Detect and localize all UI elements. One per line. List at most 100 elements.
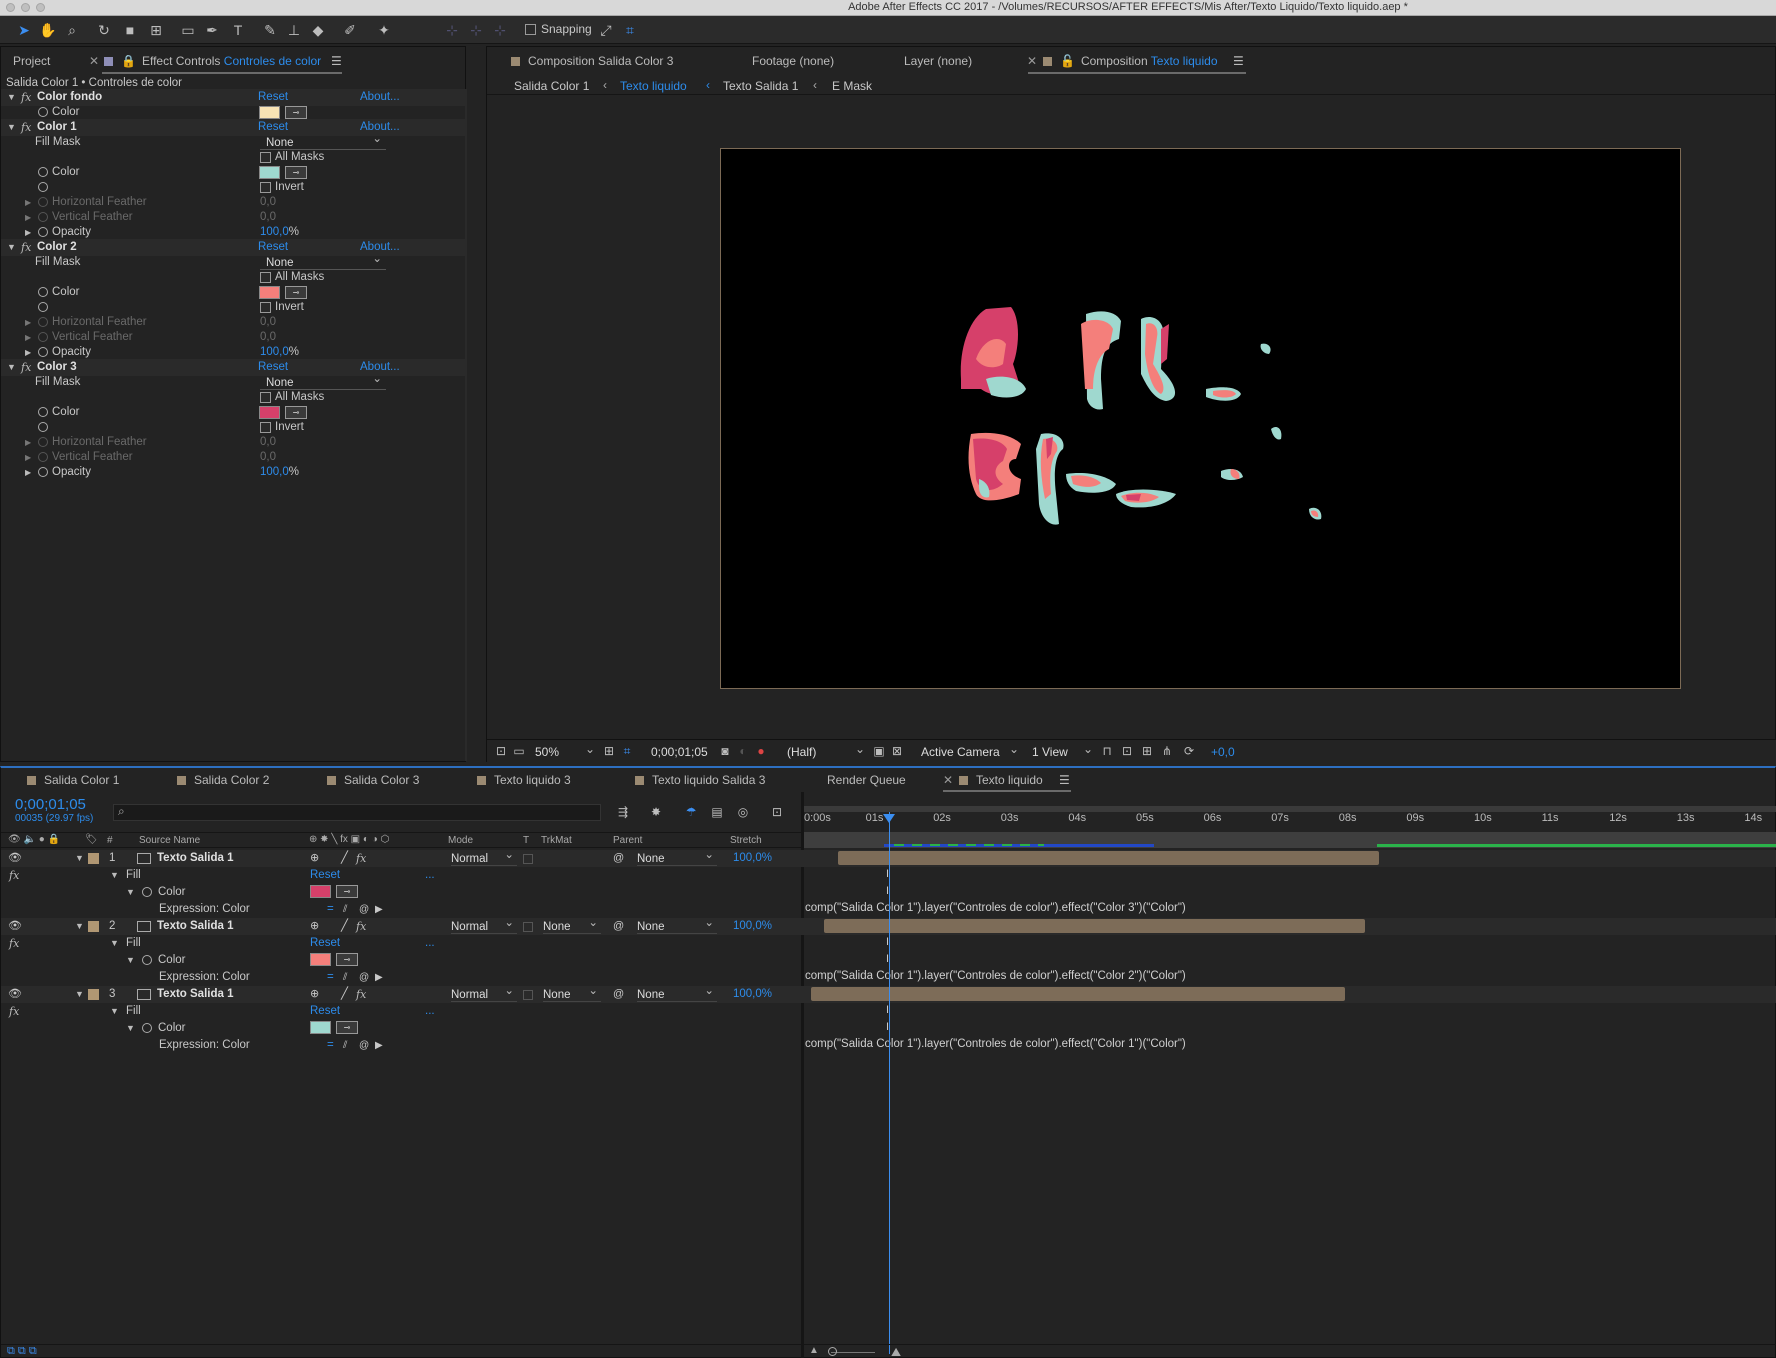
expression-graph-icon[interactable]: ⫽ xyxy=(343,969,347,986)
expression-pickwhip-icon[interactable]: @ xyxy=(359,1037,369,1054)
composition-canvas[interactable] xyxy=(720,148,1681,689)
stretch-header[interactable]: Stretch xyxy=(730,835,762,846)
eye-icon[interactable]: 👁 xyxy=(8,850,22,867)
panel-divider[interactable] xyxy=(801,792,804,1358)
eyedropper-icon[interactable]: ⊸ xyxy=(336,1021,358,1034)
source-name-header[interactable]: Source Name xyxy=(139,835,200,846)
time-ruler[interactable]: 0:00s 01s 02s 03s 04s 05s 06s 07s 08s 09s 10s 11s 12… xyxy=(804,812,1776,830)
reset-button[interactable]: Reset xyxy=(310,1003,340,1020)
stopwatch-icon[interactable] xyxy=(38,407,48,417)
timeline-tab[interactable]: Texto liquido Salida 3 xyxy=(635,773,765,787)
work-area-bar[interactable] xyxy=(804,806,1776,812)
timeline-icon[interactable]: ⊞ xyxy=(1137,741,1157,761)
invert-checkbox[interactable] xyxy=(260,422,271,433)
draft-3d-icon[interactable]: ✸ xyxy=(646,802,666,822)
tab-layer[interactable]: Layer (none) xyxy=(904,54,972,68)
stretch-value[interactable]: 100,0% xyxy=(733,918,772,935)
expression-language-menu-icon[interactable]: ▶ xyxy=(375,969,383,986)
expression-graph-icon[interactable]: ⫽ xyxy=(343,1037,347,1054)
color-swatch[interactable] xyxy=(310,1021,331,1034)
zoom-in-icon[interactable]: ⛰ xyxy=(891,1345,901,1358)
tab-composition-texto-liquido[interactable]: 🔓 Composition Texto liquido xyxy=(1043,54,1218,68)
more-options-button[interactable]: ... xyxy=(425,867,435,884)
parent-header[interactable]: Parent xyxy=(613,835,642,846)
fx-icon[interactable]: fx xyxy=(9,867,19,884)
timeline-tab[interactable]: Render Queue xyxy=(827,773,906,787)
color-swatch[interactable] xyxy=(259,166,280,179)
color-swatch[interactable] xyxy=(259,406,280,419)
flowchart-icon[interactable]: ⋔ xyxy=(1157,741,1177,761)
panel-menu-icon[interactable]: ☰ xyxy=(1059,773,1070,787)
fast-previews-icon[interactable]: ⊡ xyxy=(1117,741,1137,761)
mode-header[interactable]: Mode xyxy=(448,835,473,846)
parent-dropdown[interactable]: None xyxy=(637,915,717,934)
effect-switch-icon[interactable]: fx xyxy=(356,986,366,1003)
zoom-tool-icon[interactable]: ⌕ xyxy=(62,20,82,40)
motion-blur-icon[interactable]: ◎ xyxy=(733,802,753,822)
transparency-grid-icon[interactable]: ⊠ xyxy=(887,741,907,761)
timeline-tab[interactable]: Salida Color 2 xyxy=(177,773,269,787)
monitor-icon[interactable]: ▭ xyxy=(509,741,529,761)
eyedropper-icon[interactable]: ⊸ xyxy=(285,106,307,119)
timeline-tab[interactable]: Salida Color 1 xyxy=(27,773,119,787)
triangle-down-icon[interactable]: ▼ xyxy=(126,884,135,901)
pick-whip-icon[interactable]: @ xyxy=(613,918,624,935)
fx-icon[interactable]: fx xyxy=(9,1003,19,1020)
tab-composition-salida-color-3[interactable]: Composition Salida Color 3 xyxy=(511,54,673,68)
eye-icon[interactable]: 👁 xyxy=(8,986,22,1003)
rotation-tool-icon[interactable]: ↻ xyxy=(94,20,114,40)
expression-language-menu-icon[interactable]: ▶ xyxy=(375,901,383,918)
quality-switch-icon[interactable]: ╱ xyxy=(341,986,348,1003)
opacity-value[interactable]: 100,0% xyxy=(260,464,299,481)
pick-whip-icon[interactable]: @ xyxy=(613,986,624,1003)
layer-duration-bar[interactable] xyxy=(837,851,1379,865)
axis-local-icon[interactable]: ⊹ xyxy=(442,20,462,40)
hide-shy-layers-icon[interactable]: ☂ xyxy=(681,802,701,822)
stopwatch-icon[interactable] xyxy=(142,887,152,897)
pen-tool-icon[interactable]: ✒ xyxy=(202,20,222,40)
tab-project[interactable]: Project xyxy=(13,54,50,68)
invert-checkbox[interactable] xyxy=(260,302,271,313)
layer-name[interactable]: Texto Salida 1 xyxy=(157,986,233,1003)
shy-switch-icon[interactable]: ⊕ xyxy=(310,986,319,1003)
fit-frame-icon[interactable]: ⊞ xyxy=(599,741,619,761)
eyedropper-icon[interactable]: ⊸ xyxy=(285,166,307,179)
camera-dropdown[interactable]: Active Camera xyxy=(921,745,1000,759)
snapshot-camera-icon[interactable]: ◙ xyxy=(715,741,735,761)
expand-collapse-icons[interactable]: ⧉ ⧉ ⧉ xyxy=(7,1345,37,1358)
quality-switch-icon[interactable]: ╱ xyxy=(341,850,348,867)
chevron-down-icon[interactable]: ⌄ xyxy=(1083,742,1093,756)
color-swatch[interactable] xyxy=(259,286,280,299)
stretch-value[interactable]: 100,0% xyxy=(733,850,772,867)
zoom-slider[interactable] xyxy=(831,1352,875,1353)
expression-language-menu-icon[interactable]: ▶ xyxy=(375,1037,383,1054)
chevron-down-icon[interactable]: ⌄ xyxy=(855,742,865,756)
quality-switch-icon[interactable]: ╱ xyxy=(341,918,348,935)
panel-menu-icon[interactable]: ☰ xyxy=(1233,54,1244,68)
stopwatch-icon[interactable] xyxy=(38,467,48,477)
stopwatch-icon[interactable] xyxy=(38,302,48,312)
mode-dropdown[interactable]: Normal xyxy=(451,983,517,1002)
reset-button[interactable]: Reset xyxy=(310,867,340,884)
expression-text[interactable]: comp("Salida Color 1").layer("Controles … xyxy=(805,1038,1186,1050)
eyedropper-icon[interactable]: ⊸ xyxy=(285,406,307,419)
expression-text[interactable]: comp("Salida Color 1").layer("Controles … xyxy=(805,970,1186,982)
label-color-square[interactable] xyxy=(88,921,99,932)
viewer-timecode[interactable]: 0;00;01;05 xyxy=(651,745,708,759)
playhead-handle[interactable] xyxy=(883,814,895,823)
stretch-value[interactable]: 100,0% xyxy=(733,986,772,1003)
comp-mini-flowchart-icon[interactable]: ⇶ xyxy=(613,802,633,822)
camera-tool-icon[interactable]: ■ xyxy=(120,20,140,40)
clone-stamp-tool-icon[interactable]: ⊥ xyxy=(284,20,304,40)
triangle-down-icon[interactable]: ▼ xyxy=(75,918,84,935)
close-tab-icon[interactable]: ✕ xyxy=(1027,54,1037,68)
eyedropper-icon[interactable]: ⊸ xyxy=(285,286,307,299)
fill-mask-dropdown[interactable]: None xyxy=(260,131,386,150)
expression-enable-icon[interactable]: = xyxy=(327,901,334,918)
fill-mask-dropdown[interactable]: None xyxy=(260,251,386,270)
shy-switch-icon[interactable]: ⊕ xyxy=(310,850,319,867)
close-tab-icon[interactable]: ✕ xyxy=(89,54,99,68)
color-channels-icon[interactable]: ● xyxy=(751,741,771,761)
show-snapshot-icon[interactable]: ◐ xyxy=(733,741,753,761)
stopwatch-icon[interactable] xyxy=(38,347,48,357)
